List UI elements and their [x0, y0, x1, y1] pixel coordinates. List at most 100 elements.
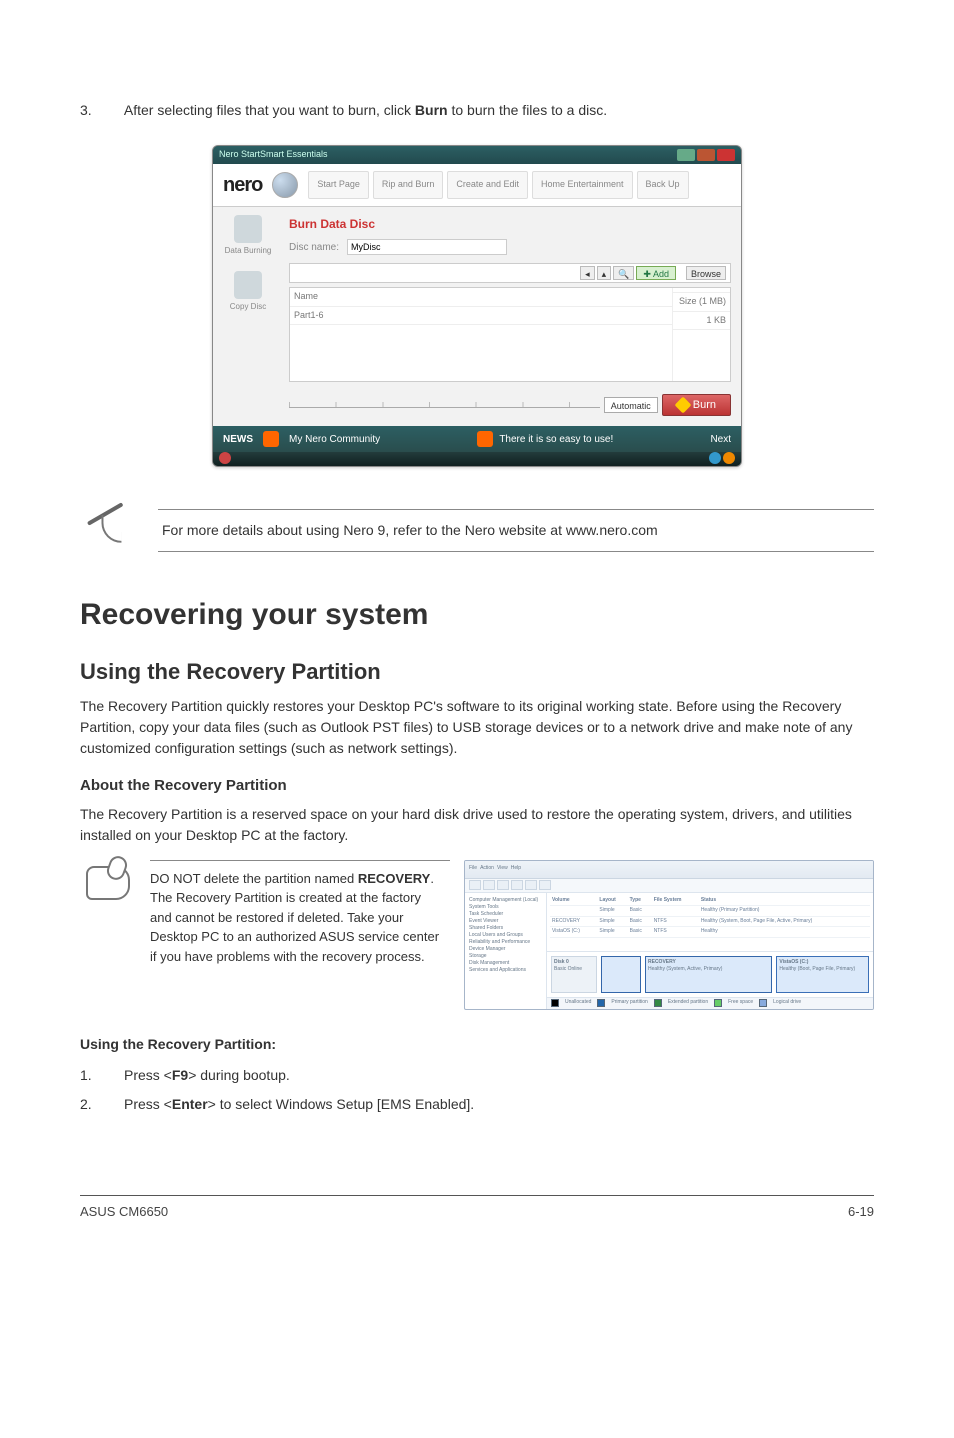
tree-item[interactable]: Shared Folders [469, 925, 542, 932]
maximize-button[interactable] [697, 149, 715, 161]
minimize-button[interactable] [677, 149, 695, 161]
sidebar-item-copy-disc[interactable]: Copy Disc [217, 271, 279, 313]
disc-name-input[interactable] [347, 239, 507, 255]
swatch-extended-icon [654, 999, 662, 1007]
file-row[interactable]: Part1-6 [290, 307, 672, 326]
capacity-gauge: Automatic Burn [289, 394, 731, 416]
warning-icon-col [80, 860, 136, 900]
step-number: 3. [80, 100, 120, 121]
legend-label: Extended partition [668, 999, 708, 1007]
tab-rip-burn[interactable]: Rip and Burn [373, 171, 444, 199]
tree-item[interactable]: Device Manager [469, 946, 542, 953]
tree-item[interactable]: Event Viewer [469, 918, 542, 925]
path-input[interactable] [294, 266, 578, 280]
tab-home-ent[interactable]: Home Entertainment [532, 171, 633, 199]
note-nero-website: For more details about using Nero 9, ref… [80, 509, 874, 552]
nero-bottom-bar [213, 452, 741, 466]
col-status: Status [699, 896, 870, 906]
dm-menu-file[interactable]: File [469, 865, 477, 873]
browse-button[interactable]: Browse [686, 266, 726, 280]
step-text: Press <F9> during bootup. [124, 1065, 874, 1086]
col-type: Type [628, 896, 652, 906]
nero-sidebar: Data Burning Copy Disc [213, 207, 283, 426]
legend-label: Logical drive [773, 999, 801, 1007]
tree-item[interactable]: Computer Management (Local) [469, 897, 542, 904]
add-button[interactable]: ✚ Add [636, 266, 676, 280]
nero-orb-icon[interactable] [272, 172, 298, 198]
table-row[interactable]: SimpleBasicHealthy (Primary Partition) [550, 906, 870, 917]
rss-icon [477, 431, 493, 447]
tree-item[interactable]: Disk Management [469, 960, 542, 967]
disc-icon [234, 215, 262, 243]
col-size-value: Size (1 MB) [673, 293, 730, 312]
dm-menu-help[interactable]: Help [511, 865, 521, 873]
partition-vistaos[interactable]: VistaOS (C:) Healthy (Boot, Page File, P… [776, 956, 869, 993]
tree-item[interactable]: Task Scheduler [469, 911, 542, 918]
dm-tool-help-icon[interactable] [539, 880, 551, 890]
search-icon[interactable]: 🔍 [613, 266, 634, 280]
col-fs: File System [652, 896, 699, 906]
burn-button[interactable]: Burn [662, 394, 731, 417]
part-sub: Healthy (System, Active, Primary) [648, 966, 722, 972]
tree-item[interactable]: System Tools [469, 904, 542, 911]
tab-back-up[interactable]: Back Up [637, 171, 689, 199]
warning-callout: DO NOT delete the partition named RECOVE… [80, 860, 874, 1010]
swatch-unallocated-icon [551, 999, 559, 1007]
disk-management-screenshot: File Action View Help Computer Managemen… [464, 860, 874, 1010]
next-label[interactable]: Next [710, 432, 731, 447]
heading-about-recovery-partition: About the Recovery Partition [80, 775, 874, 798]
page-footer: ASUS CM6650 6-19 [80, 1195, 874, 1222]
step-item: 1. Press <F9> during bootup. [80, 1065, 874, 1086]
step-text-post: to burn the files to a disc. [448, 102, 608, 118]
tab-start-page[interactable]: Start Page [308, 171, 369, 199]
dm-legend: Unallocated Primary partition Extended p… [547, 997, 873, 1009]
footer-page-number: 6-19 [848, 1202, 874, 1222]
recovery-para-2: The Recovery Partition is a reserved spa… [80, 804, 874, 846]
partition-blank[interactable] [601, 956, 641, 993]
dm-tool-refresh-icon[interactable] [511, 880, 523, 890]
table-row[interactable]: VistaOS (C:)SimpleBasicNTFSHealthy [550, 927, 870, 938]
rss-icon[interactable] [263, 431, 279, 447]
legend-label: Free space [728, 999, 753, 1007]
capacity-select[interactable]: Automatic [604, 397, 658, 413]
dm-tree[interactable]: Computer Management (Local) System Tools… [465, 893, 547, 1009]
part-name: VistaOS (C:) [779, 959, 808, 965]
dm-volume-grid: Volume Layout Type File System Status Si… [547, 893, 873, 951]
nero-body: Data Burning Copy Disc Burn Data Disc Di… [213, 207, 741, 426]
table-row[interactable]: RECOVERYSimpleBasicNTFSHealthy (System, … [550, 916, 870, 927]
footer-tip: There it is so easy to use! [390, 431, 700, 447]
community-link[interactable]: My Nero Community [289, 432, 380, 447]
dm-disk-bars: Disk 0 Basic Online RECOVERY Healthy (Sy… [547, 951, 873, 997]
dm-body: Computer Management (Local) System Tools… [465, 893, 873, 1009]
disk0-label[interactable]: Disk 0 Basic Online [551, 956, 597, 993]
warn-bold: RECOVERY [358, 871, 430, 886]
tree-item[interactable]: Services and Applications [469, 967, 542, 974]
close-button[interactable] [717, 149, 735, 161]
up-folder-icon[interactable]: ▴ [597, 266, 612, 280]
step-3: 3. After selecting files that you want t… [80, 100, 874, 121]
tree-item[interactable]: Local Users and Groups [469, 932, 542, 939]
window-title: Nero StartSmart Essentials [219, 148, 328, 162]
col-volume: Volume [550, 896, 597, 906]
tree-item[interactable]: Reliability and Performance [469, 939, 542, 946]
tab-create-edit[interactable]: Create and Edit [447, 171, 528, 199]
disc-name-row: Disc name: [289, 239, 731, 255]
tree-item[interactable]: Storage [469, 953, 542, 960]
dm-list: Volume Layout Type File System Status Si… [547, 893, 873, 1009]
dm-tool-back-icon[interactable] [469, 880, 481, 890]
listing-size-col: Size (1 MB) 1 KB [672, 288, 730, 381]
copy-disc-icon [234, 271, 262, 299]
dm-tool-fwd-icon[interactable] [483, 880, 495, 890]
dm-tool-up-icon[interactable] [497, 880, 509, 890]
steps-list: 1. Press <F9> during bootup. 2. Press <E… [80, 1065, 874, 1115]
panel-heading: Burn Data Disc [289, 215, 731, 233]
history-back-icon[interactable]: ◂ [580, 266, 595, 280]
steps-heading: Using the Recovery Partition: [80, 1034, 874, 1055]
legend-label: Primary partition [611, 999, 647, 1007]
nero-footer: NEWS My Nero Community There it is so ea… [213, 426, 741, 452]
sidebar-item-data-burning[interactable]: Data Burning [217, 215, 279, 257]
dm-menu-action[interactable]: Action [480, 865, 494, 873]
partition-recovery[interactable]: RECOVERY Healthy (System, Active, Primar… [645, 956, 772, 993]
dm-menu-view[interactable]: View [497, 865, 508, 873]
dm-tool-prop-icon[interactable] [525, 880, 537, 890]
